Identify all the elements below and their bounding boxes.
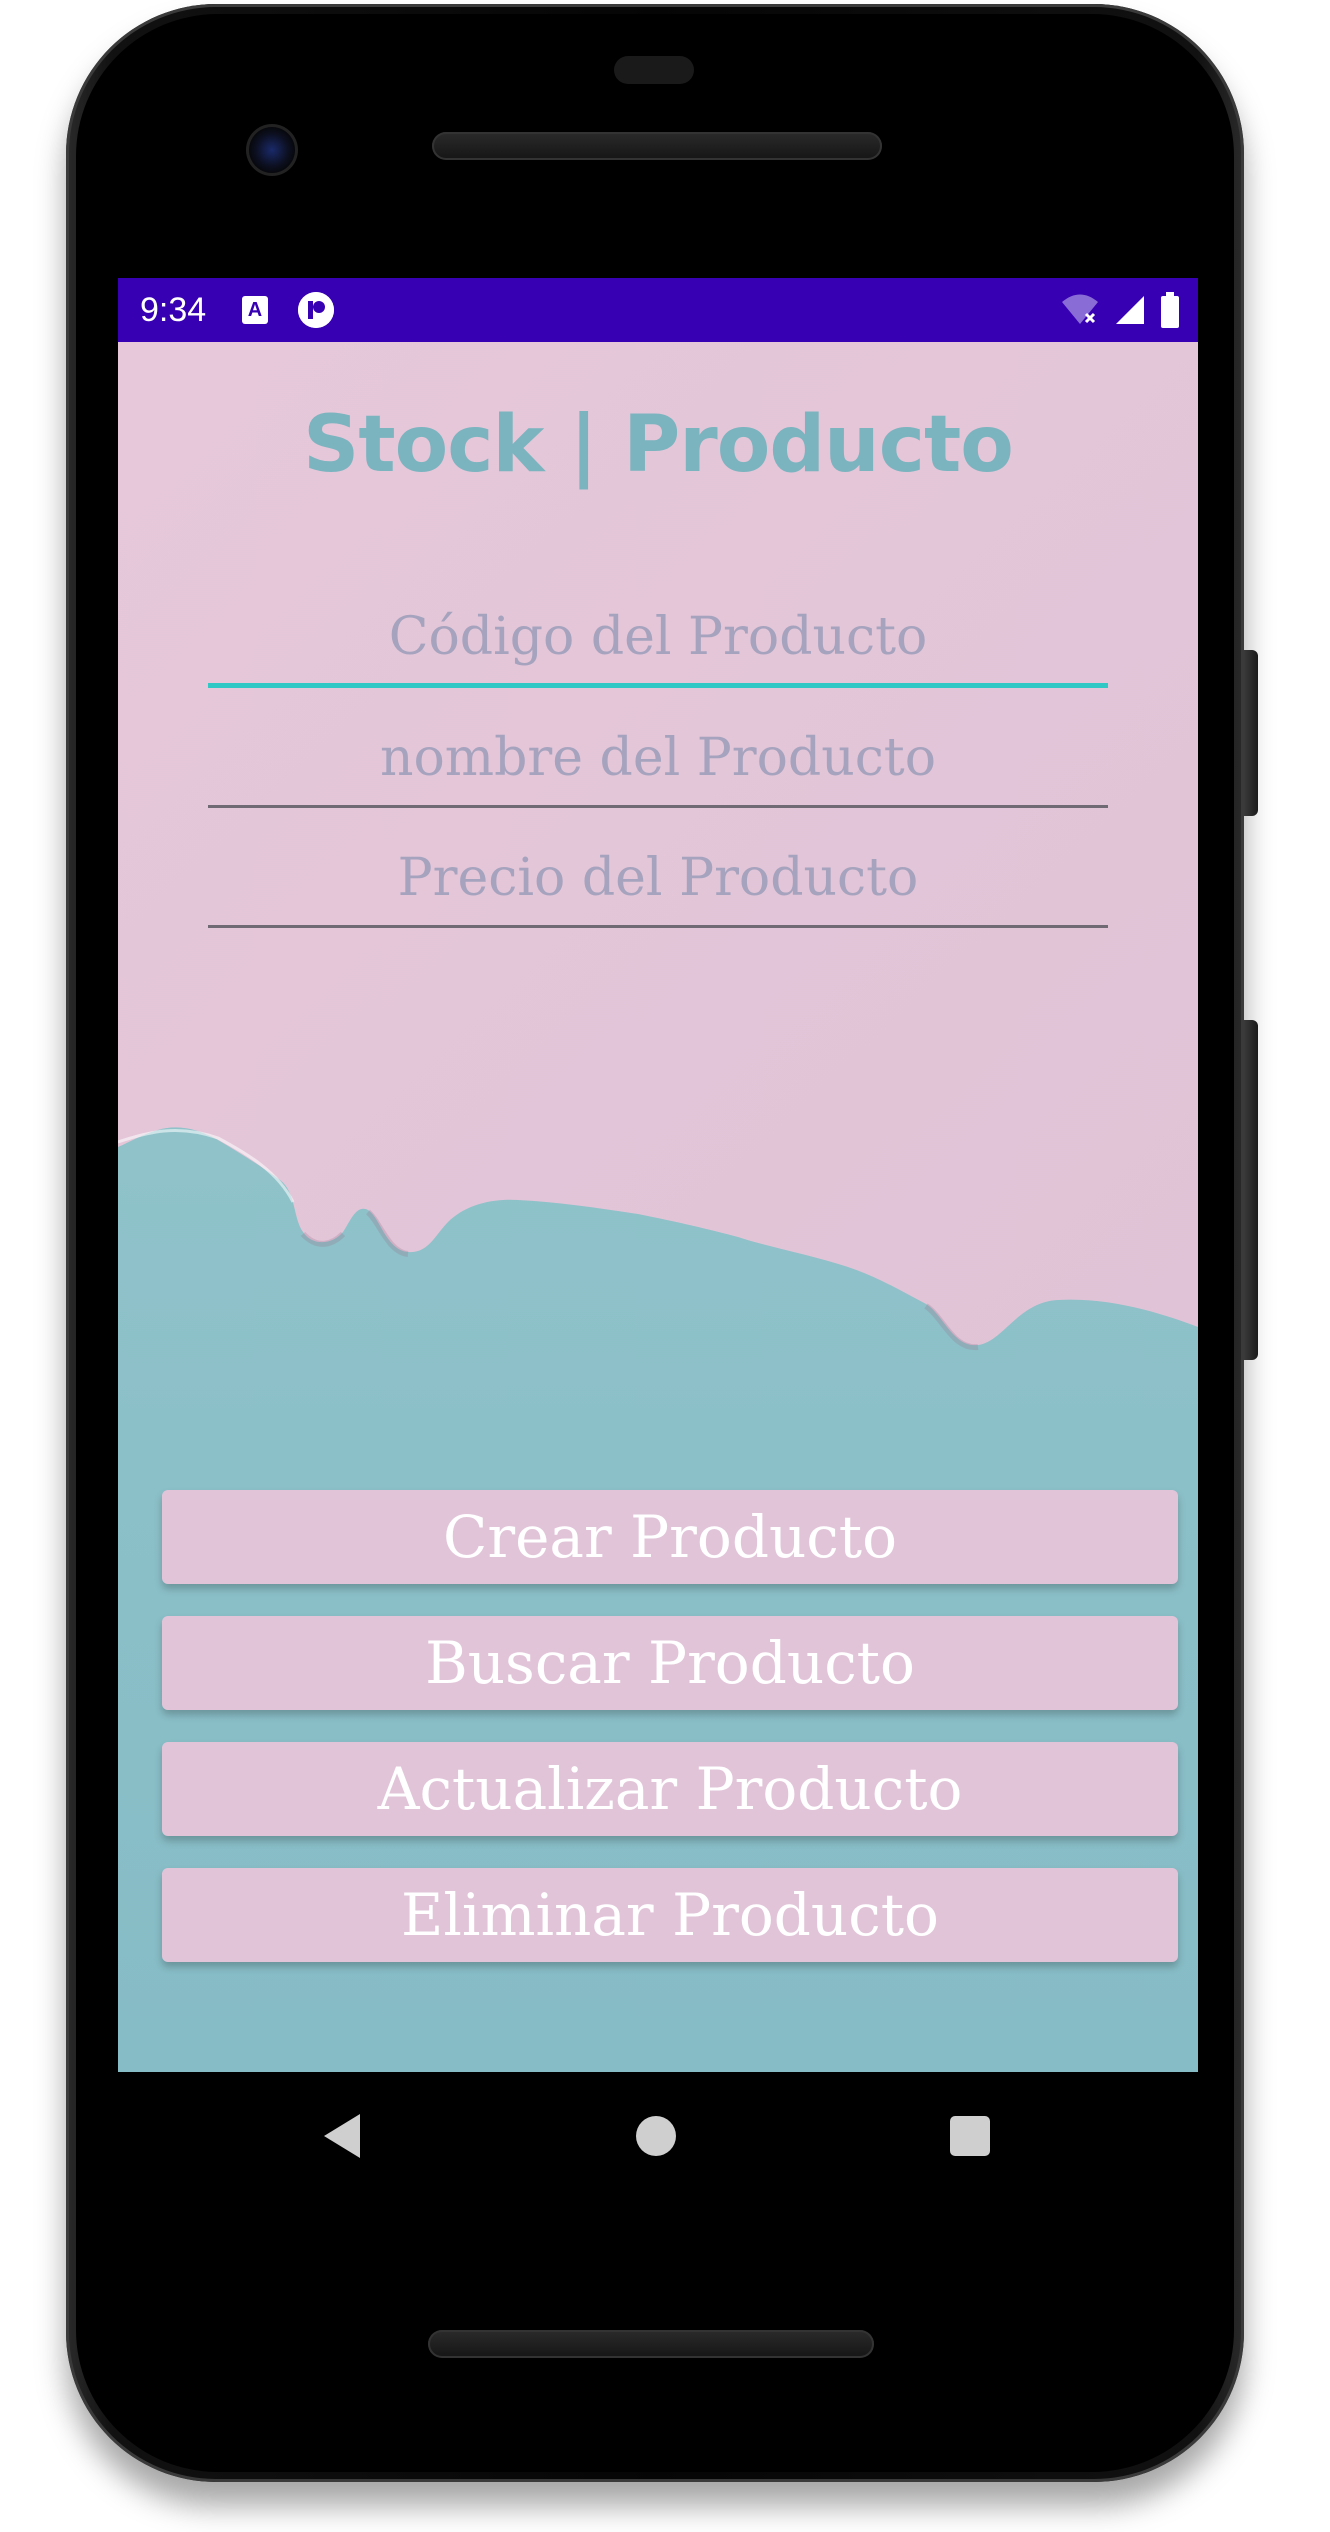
- battery-icon: [1161, 292, 1179, 328]
- bottom-speaker: [428, 2330, 874, 2358]
- navigation-bar: [118, 2072, 1198, 2202]
- cell-signal-icon: [1116, 296, 1144, 324]
- top-speaker: [432, 132, 882, 160]
- app-screen: 9:34 A Stock | Producto Código del Produ…: [118, 278, 1198, 2072]
- status-icons: [1060, 292, 1180, 328]
- product-name-field[interactable]: [208, 710, 1108, 808]
- status-bar: 9:34 A: [118, 278, 1198, 342]
- wifi-icon: [1062, 294, 1098, 324]
- power-button: [1244, 650, 1258, 816]
- update-product-button[interactable]: Actualizar Producto: [162, 1742, 1178, 1836]
- page-title: Stock | Producto: [303, 400, 1014, 490]
- back-icon[interactable]: [324, 2114, 360, 2158]
- search-product-button[interactable]: Buscar Producto: [162, 1616, 1178, 1710]
- product-code-input[interactable]: [208, 590, 1108, 688]
- top-sensor-slot: [614, 56, 694, 84]
- delete-product-button[interactable]: Eliminar Producto: [162, 1868, 1178, 1962]
- product-price-field[interactable]: [208, 830, 1108, 928]
- recents-icon[interactable]: [950, 2116, 990, 2156]
- product-name-input[interactable]: [208, 710, 1108, 808]
- home-icon[interactable]: [636, 2116, 676, 2156]
- create-product-button[interactable]: Crear Producto: [162, 1490, 1178, 1584]
- notification-p-icon: [298, 292, 334, 328]
- product-code-field[interactable]: [208, 590, 1108, 688]
- status-time: 9:34: [140, 291, 207, 329]
- device-frame-page: 9:34 A Stock | Producto Código del Produ…: [0, 0, 1330, 2532]
- product-price-input[interactable]: [208, 830, 1108, 928]
- front-camera: [246, 124, 298, 176]
- volume-button: [1244, 1020, 1258, 1360]
- notification-a-icon: A: [242, 296, 268, 324]
